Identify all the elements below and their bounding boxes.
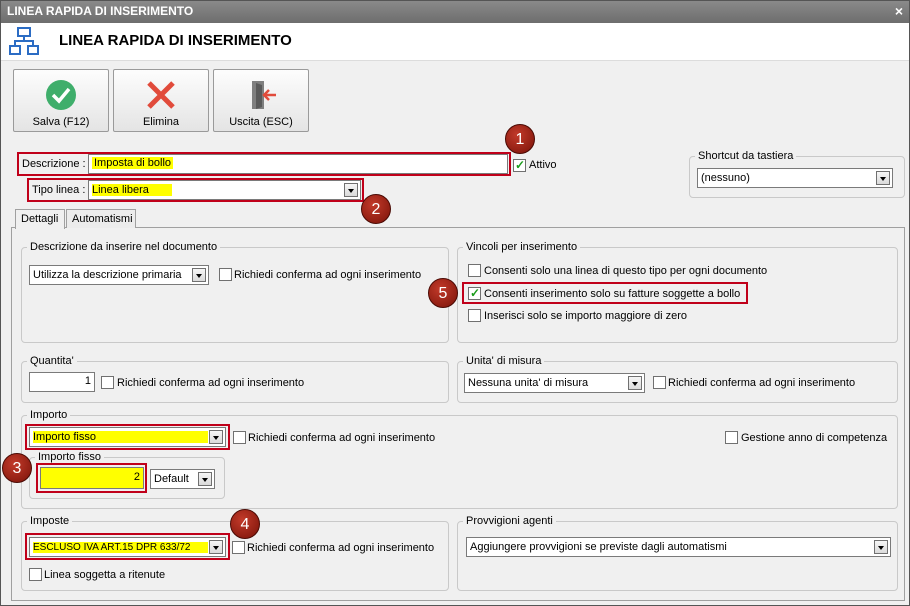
exit-label: Uscita (ESC) — [229, 116, 293, 128]
descrizione-doc-group — [21, 247, 449, 343]
importo-select[interactable]: Importo fisso — [29, 427, 226, 447]
descrizione-label: Descrizione : — [22, 158, 86, 170]
importo-fisso-field[interactable]: 2 — [40, 467, 144, 489]
quantita-confirm-checkbox[interactable] — [101, 376, 114, 389]
close-x-icon — [147, 81, 175, 109]
imposte-group-label: Imposte — [27, 515, 73, 527]
vincoli-opt3-label: Inserisci solo se importo maggiore di ze… — [484, 310, 687, 322]
descrizione-field[interactable]: Imposta di bollo — [88, 154, 508, 174]
tab-dettagli[interactable]: Dettagli — [15, 209, 65, 229]
tipo-linea-label: Tipo linea : — [32, 184, 86, 196]
importo-fisso-mode-value: Default — [154, 473, 189, 485]
imposte-confirm-checkbox[interactable] — [232, 541, 245, 554]
annotation-badge-4: 4 — [230, 509, 260, 539]
tab-automatismi[interactable]: Automatismi — [66, 209, 136, 228]
header-bar: LINEA RAPIDA DI INSERIMENTO — [1, 23, 909, 61]
chevron-down-icon[interactable] — [198, 472, 212, 486]
window-title: LINEA RAPIDA DI INSERIMENTO — [7, 4, 194, 18]
importo-value: Importo fisso — [33, 431, 208, 443]
shortcut-value: (nessuno) — [701, 172, 750, 184]
importo-confirm-label: Richiedi conferma ad ogni inserimento — [248, 432, 436, 444]
annotation-badge-1: 1 — [505, 124, 535, 154]
chevron-down-icon[interactable] — [192, 268, 206, 282]
delete-button[interactable]: Elimina — [113, 69, 209, 132]
descrizione-doc-confirm-label: Richiedi conferma ad ogni inserimento — [234, 269, 422, 281]
chevron-down-icon[interactable] — [876, 171, 890, 185]
attivo-checkbox[interactable] — [513, 158, 526, 172]
quantita-field[interactable]: 1 — [29, 372, 95, 392]
page-title: LINEA RAPIDA DI INSERIMENTO — [59, 32, 292, 49]
vincoli-opt1-checkbox[interactable] — [468, 264, 481, 277]
exit-button[interactable]: Uscita (ESC) — [213, 69, 309, 132]
quantita-group-label: Quantita' — [27, 355, 77, 367]
unita-confirm-checkbox[interactable] — [653, 376, 666, 389]
network-tree-icon — [9, 27, 39, 55]
vincoli-group-label: Vincoli per inserimento — [463, 241, 581, 253]
annotation-badge-2: 2 — [361, 194, 391, 224]
vincoli-opt2-checkbox[interactable] — [468, 286, 481, 300]
provvigioni-group-label: Provvigioni agenti — [463, 515, 556, 527]
shortcut-select[interactable]: (nessuno) — [697, 168, 893, 188]
provvigioni-select[interactable]: Aggiungere provvigioni se previste dagli… — [466, 537, 891, 557]
unita-confirm-label: Richiedi conferma ad ogni inserimento — [668, 377, 856, 389]
chevron-down-icon[interactable] — [874, 540, 888, 554]
shortcut-group-label: Shortcut da tastiera — [695, 150, 797, 162]
tipo-linea-value: Linea libera — [92, 184, 172, 196]
checkmark-icon — [46, 80, 76, 110]
exit-door-icon — [252, 81, 276, 109]
annotation-badge-5: 5 — [428, 278, 458, 308]
delete-label: Elimina — [142, 116, 180, 128]
ritenute-label: Linea soggetta a ritenute — [44, 569, 166, 581]
vincoli-opt1-label: Consenti solo una linea di questo tipo p… — [484, 265, 768, 277]
save-label: Salva (F12) — [32, 116, 90, 128]
descrizione-doc-value: Utilizza la descrizione primaria — [33, 269, 182, 281]
unita-value: Nessuna unita' di misura — [468, 377, 589, 389]
descrizione-doc-confirm-checkbox[interactable] — [219, 268, 232, 281]
tipo-linea-select[interactable]: Linea libera — [88, 180, 361, 200]
quantita-confirm-label: Richiedi conferma ad ogni inserimento — [117, 377, 305, 389]
close-icon[interactable]: × — [895, 3, 903, 19]
chevron-down-icon[interactable] — [209, 430, 223, 444]
provvigioni-value: Aggiungere provvigioni se previste dagli… — [470, 541, 727, 553]
ritenute-checkbox[interactable] — [29, 568, 42, 581]
imposte-value: ESCLUSO IVA ART.15 DPR 633/72 — [33, 542, 208, 553]
dialog-window: LINEA RAPIDA DI INSERIMENTO × LINEA RAPI… — [0, 0, 910, 606]
unita-group-label: Unita' di misura — [463, 355, 545, 367]
descrizione-value: Imposta di bollo — [92, 157, 174, 169]
imposte-select[interactable]: ESCLUSO IVA ART.15 DPR 633/72 — [29, 537, 226, 557]
importo-fisso-group-label: Importo fisso — [35, 451, 104, 463]
gestione-anno-label: Gestione anno di competenza — [741, 432, 888, 444]
importo-confirm-checkbox[interactable] — [233, 431, 246, 444]
descrizione-doc-select[interactable]: Utilizza la descrizione primaria — [29, 265, 209, 285]
chevron-down-icon[interactable] — [344, 183, 358, 197]
vincoli-opt2-label: Consenti inserimento solo su fatture sog… — [484, 288, 741, 300]
gestione-anno-checkbox[interactable] — [725, 431, 738, 444]
vincoli-opt3-checkbox[interactable] — [468, 309, 481, 322]
save-button[interactable]: Salva (F12) — [13, 69, 109, 132]
title-bar: LINEA RAPIDA DI INSERIMENTO × — [1, 1, 909, 23]
importo-fisso-mode-select[interactable]: Default — [150, 469, 215, 489]
unita-select[interactable]: Nessuna unita' di misura — [464, 373, 645, 393]
attivo-label: Attivo — [529, 159, 557, 171]
annotation-badge-3: 3 — [2, 453, 32, 483]
importo-group-label: Importo — [27, 409, 71, 421]
imposte-confirm-label: Richiedi conferma ad ogni inserimento — [247, 542, 435, 554]
chevron-down-icon[interactable] — [628, 376, 642, 390]
descrizione-doc-group-label: Descrizione da inserire nel documento — [27, 241, 221, 253]
chevron-down-icon[interactable] — [209, 540, 223, 554]
